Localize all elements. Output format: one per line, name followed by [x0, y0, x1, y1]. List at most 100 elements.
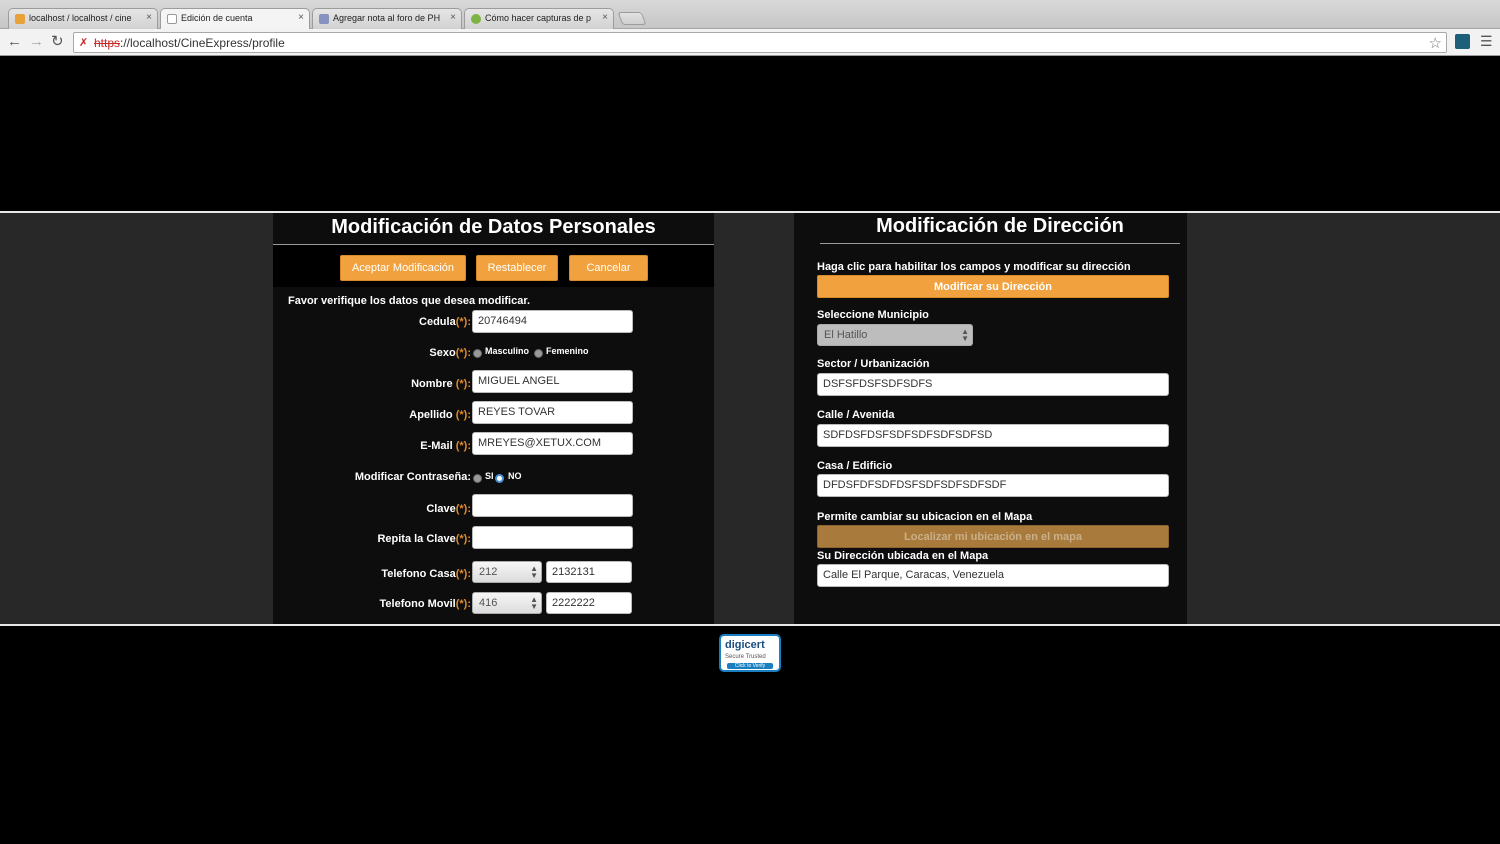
repita-clave-input[interactable]	[472, 526, 633, 549]
url-scheme: https	[94, 36, 121, 50]
digicert-seal[interactable]: digicert Secure Trusted Click to Verify	[719, 634, 781, 672]
email-label: E-Mail (*):	[273, 440, 471, 452]
cedula-input[interactable]: 20746494	[472, 310, 633, 333]
password-change-label: Modificar Contraseña:	[354, 471, 471, 483]
url-path: ://localhost/CineExpress/profile	[120, 36, 285, 50]
required-mark: (*):	[455, 316, 471, 328]
address-panel: Modificación de Dirección Haga clic para…	[794, 213, 1187, 624]
municipio-label: Seleccione Municipio	[817, 309, 929, 321]
select-arrows-icon: ▲ ▼	[961, 327, 969, 343]
repita-label-text: Repita la Clave	[377, 533, 456, 545]
required-mark: (*):	[455, 533, 471, 545]
seal-verify: Click to Verify	[727, 663, 773, 669]
locate-on-map-button[interactable]: Localizar mi ubicación en el mapa	[817, 525, 1169, 548]
accept-button[interactable]: Aceptar Modificación	[340, 255, 466, 281]
personal-data-title: Modificación de Datos Personales	[331, 216, 656, 238]
municipio-value: El Hatillo	[824, 329, 868, 341]
reset-button[interactable]: Restablecer	[476, 255, 558, 281]
close-icon[interactable]: ×	[602, 12, 608, 23]
personal-data-panel: Modificación de Datos Personales Aceptar…	[273, 213, 714, 624]
required-mark: (*):	[455, 598, 471, 610]
email-label-text: E-Mail	[420, 440, 456, 452]
enable-hint: Haga clic para habilitar los campos y mo…	[817, 261, 1131, 273]
password-no-radio[interactable]	[495, 474, 504, 483]
cedula-label: Cedula(*):	[273, 316, 471, 328]
apellido-input[interactable]: REYES TOVAR	[472, 401, 633, 424]
stepper-arrows-icon: ▲ ▼	[530, 564, 538, 580]
close-icon[interactable]: ×	[450, 12, 456, 23]
sexo-label: Sexo(*):	[273, 347, 471, 359]
tel-movil-number-input[interactable]: 2222222	[546, 592, 632, 614]
clave-input[interactable]	[472, 494, 633, 517]
tab-phpmyadmin[interactable]: localhost / localhost / cine ×	[8, 8, 158, 29]
male-radio[interactable]	[473, 349, 482, 358]
tab-title: Cómo hacer capturas de p	[485, 13, 592, 23]
casa-label: Casa / Edificio	[817, 460, 893, 472]
tel-casa-number-input[interactable]: 2132131	[546, 561, 632, 583]
insecure-lock-icon: ✗	[79, 37, 89, 49]
tab-edicion-cuenta[interactable]: Edición de cuenta ×	[160, 8, 310, 29]
tab-capturas[interactable]: Cómo hacer capturas de p ×	[464, 8, 614, 29]
required-mark: (*):	[455, 440, 471, 452]
address-bar[interactable]: ✗ https://localhost/CineExpress/profile …	[73, 32, 1447, 53]
close-icon[interactable]: ×	[298, 12, 304, 23]
cancel-button[interactable]: Cancelar	[569, 255, 648, 281]
password-yes-label: SI	[485, 471, 494, 481]
tab-title: localhost / localhost / cine	[29, 13, 132, 23]
phpmyadmin-icon	[15, 14, 25, 24]
nombre-label-text: Nombre	[411, 378, 456, 390]
password-yes-radio[interactable]	[473, 474, 482, 483]
browser-toolbar: ← → ↻ ✗ https://localhost/CineExpress/pr…	[0, 29, 1500, 56]
municipio-select[interactable]: El Hatillo ▲ ▼	[817, 324, 973, 346]
tel-movil-code: 416	[479, 597, 498, 609]
site-icon	[471, 14, 481, 24]
tel-casa-code: 212	[479, 566, 498, 578]
close-icon[interactable]: ×	[146, 12, 152, 23]
email-input[interactable]: MREYES@XETUX.COM	[472, 432, 633, 455]
sexo-label-text: Sexo	[429, 347, 456, 359]
page-icon	[167, 14, 177, 24]
repita-clave-label: Repita la Clave(*):	[273, 533, 471, 545]
menu-icon[interactable]: ☰	[1480, 33, 1493, 50]
forward-icon[interactable]: →	[29, 34, 44, 49]
password-no-label: NO	[508, 471, 522, 481]
sector-input[interactable]: DSFSFDSFSDFSDFS	[817, 373, 1169, 396]
new-tab-button[interactable]	[617, 12, 647, 25]
modify-address-button[interactable]: Modificar su Dirección	[817, 275, 1169, 298]
address-title: Modificación de Dirección	[876, 215, 1124, 237]
apellido-label: Apellido (*):	[273, 409, 471, 421]
map-hint: Permite cambiar su ubicacion en el Mapa	[817, 511, 1033, 523]
tab-php-forum[interactable]: Agregar nota al foro de PH ×	[312, 8, 462, 29]
reload-icon[interactable]: ↻	[51, 34, 64, 49]
bookmark-star-icon[interactable]: ☆	[1429, 34, 1442, 52]
clave-label: Clave(*):	[273, 503, 471, 515]
sector-label: Sector / Urbanización	[817, 358, 930, 370]
required-mark: (*):	[455, 378, 471, 390]
back-icon[interactable]: ←	[7, 34, 22, 49]
nombre-label: Nombre (*):	[273, 378, 471, 390]
map-address-input[interactable]: Calle El Parque, Caracas, Venezuela	[817, 564, 1169, 587]
seal-subtitle: Secure Trusted	[725, 654, 766, 660]
content-band	[0, 211, 1500, 626]
verify-notice: Favor verifique los datos que desea modi…	[288, 295, 531, 307]
required-mark: (*):	[455, 503, 471, 515]
casa-input[interactable]: DFDSFDFSDFDSFSDFSDFSDFSDF	[817, 474, 1169, 497]
stepper-arrows-icon: ▲ ▼	[530, 595, 538, 611]
female-label: Femenino	[546, 346, 589, 356]
tel-movil-code-select[interactable]: 416 ▲ ▼	[472, 592, 542, 614]
title-divider	[820, 243, 1180, 244]
tel-movil-label-text: Telefono Movil	[379, 598, 456, 610]
calle-label: Calle / Avenida	[817, 409, 895, 421]
php-icon	[319, 14, 329, 24]
male-label: Masculino	[485, 346, 530, 356]
extension-icon[interactable]	[1455, 34, 1470, 49]
digicert-logo: digicert	[725, 639, 765, 651]
browser-tab-bar: localhost / localhost / cine × Edición d…	[0, 0, 1500, 29]
tel-casa-code-select[interactable]: 212 ▲ ▼	[472, 561, 542, 583]
female-radio[interactable]	[534, 349, 543, 358]
tab-title: Agregar nota al foro de PH	[333, 13, 441, 23]
nombre-input[interactable]: MIGUEL ANGEL	[472, 370, 633, 393]
required-mark: (*):	[455, 409, 471, 421]
tel-movil-label: Telefono Movil(*):	[273, 598, 471, 610]
calle-input[interactable]: SDFDSFDSFSDFSDFSDFSDFSD	[817, 424, 1169, 447]
